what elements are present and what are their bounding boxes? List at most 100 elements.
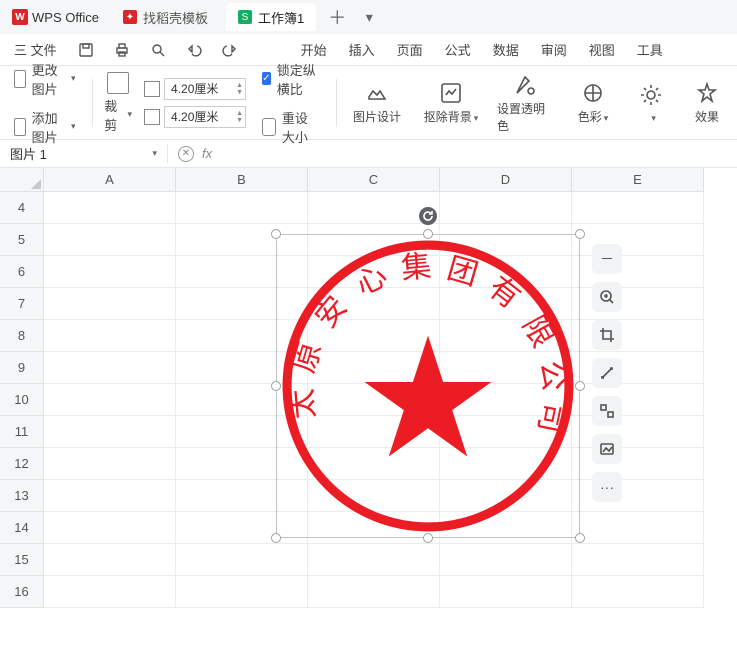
height-value: 4.20厘米 <box>171 80 218 97</box>
set-transparent-icon <box>512 72 538 98</box>
row-header[interactable]: 16 <box>0 576 44 608</box>
float-more-button[interactable]: ··· <box>592 472 622 502</box>
menu-page[interactable]: 页面 <box>393 40 427 59</box>
row-header[interactable]: 4 <box>0 192 44 224</box>
picture-design-icon <box>364 80 390 106</box>
redo-icon[interactable] <box>219 39 241 61</box>
undo-icon[interactable] <box>183 39 205 61</box>
col-header-C[interactable]: C <box>308 168 440 192</box>
colorize-button[interactable]: 色彩▾ <box>571 80 615 125</box>
row-header[interactable]: 14 <box>0 512 44 544</box>
spreadsheet-grid: A B C D E 4 5 6 7 8 9 10 11 12 13 14 15 … <box>0 168 737 661</box>
colorize-icon <box>580 80 606 106</box>
height-icon <box>144 81 160 97</box>
height-spinner[interactable]: ▲▼ <box>236 82 243 96</box>
colorize-label: 色彩 <box>578 110 602 124</box>
picture-height-input[interactable]: 4.20厘米 ▲▼ <box>164 78 246 100</box>
lock-aspect-ratio-checkbox[interactable]: ✓锁定纵横比 <box>258 58 324 100</box>
crop-button[interactable]: 裁剪▾ <box>104 96 132 134</box>
float-image-button[interactable] <box>592 434 622 464</box>
reset-size-icon <box>262 118 276 136</box>
col-header-D[interactable]: D <box>440 168 572 192</box>
cancel-formula-icon[interactable]: ✕ <box>178 146 194 162</box>
set-transparent-label: 设置透明色 <box>497 100 553 134</box>
row-header[interactable]: 13 <box>0 480 44 512</box>
reset-size-label: 重设大小 <box>282 108 320 146</box>
change-picture-button[interactable]: 更改图片▾ <box>10 58 80 100</box>
crop-label: 裁剪 <box>104 96 119 134</box>
name-box-dropdown-icon[interactable]: ▾ <box>152 148 157 159</box>
width-icon <box>144 109 160 125</box>
formula-bar[interactable]: ✕ fx <box>168 146 737 162</box>
row-header[interactable]: 6 <box>0 256 44 288</box>
crop-icon <box>107 72 129 94</box>
app-name: WPS Office <box>32 10 99 25</box>
effects-button[interactable]: 效果 <box>687 80 727 125</box>
float-adjust-button[interactable] <box>592 358 622 388</box>
row-header[interactable]: 11 <box>0 416 44 448</box>
row-header[interactable]: 15 <box>0 544 44 576</box>
picture-design-button[interactable]: 图片设计 <box>349 80 405 125</box>
picture-float-toolbar: － ··· <box>592 244 622 502</box>
svg-text:集: 集 <box>400 249 433 286</box>
tab-templates[interactable]: ✦ 找稻壳模板 <box>111 3 220 31</box>
menu-data[interactable]: 数据 <box>489 40 523 59</box>
reset-size-button[interactable]: 重设大小 <box>258 106 324 148</box>
remove-background-icon <box>438 80 464 106</box>
add-picture-label: 添加图片 <box>32 108 63 146</box>
col-header-B[interactable]: B <box>176 168 308 192</box>
menu-view[interactable]: 视图 <box>585 40 619 59</box>
change-picture-icon <box>14 70 26 88</box>
add-picture-button[interactable]: 添加图片▾ <box>10 106 80 148</box>
row-headers: 4 5 6 7 8 9 10 11 12 13 14 15 16 <box>0 192 44 608</box>
stamp-star-icon <box>365 336 492 457</box>
spreadsheet-icon: S <box>238 10 252 24</box>
tab-label: 找稻壳模板 <box>143 8 208 27</box>
float-aspect-button[interactable] <box>592 396 622 426</box>
menu-insert[interactable]: 插入 <box>345 40 379 59</box>
menu-start[interactable]: 开始 <box>297 40 331 59</box>
app-brand: W WPS Office <box>6 9 105 25</box>
fx-label: fx <box>202 146 212 161</box>
width-value: 4.20厘米 <box>171 108 218 125</box>
new-tab-button[interactable]: ＋ <box>326 6 348 28</box>
print-preview-icon[interactable] <box>147 39 169 61</box>
float-collapse-button[interactable]: － <box>592 244 622 274</box>
row-header[interactable]: 7 <box>0 288 44 320</box>
menu-formula[interactable]: 公式 <box>441 40 475 59</box>
float-crop-button[interactable] <box>592 320 622 350</box>
remove-background-button[interactable]: 抠除背景▾ <box>423 80 479 125</box>
rotate-handle[interactable] <box>419 207 437 225</box>
select-all-corner[interactable] <box>0 168 44 192</box>
height-input-row: 4.20厘米 ▲▼ <box>144 78 246 100</box>
row-header[interactable]: 5 <box>0 224 44 256</box>
col-header-E[interactable]: E <box>572 168 704 192</box>
row-header[interactable]: 9 <box>0 352 44 384</box>
effects-label: 效果 <box>695 108 719 125</box>
template-icon: ✦ <box>123 10 137 24</box>
row-header[interactable]: 10 <box>0 384 44 416</box>
col-header-A[interactable]: A <box>44 168 176 192</box>
picture-design-label: 图片设计 <box>353 108 401 125</box>
set-transparent-color-button[interactable]: 设置透明色 <box>497 72 553 134</box>
title-bar: W WPS Office ✦ 找稻壳模板 S 工作簿1 ＋ ▾ <box>0 0 737 34</box>
menu-review[interactable]: 审阅 <box>537 40 571 59</box>
picture-width-input[interactable]: 4.20厘米 ▲▼ <box>164 106 246 128</box>
file-menu[interactable]: 三 文件 <box>10 40 61 59</box>
svg-text:公: 公 <box>534 359 571 393</box>
tab-workbook1[interactable]: S 工作簿1 <box>226 3 316 31</box>
company-stamp-image: 太 原 安 心 集 团 有 限 公 司 <box>277 235 579 537</box>
brightness-button[interactable]: ▾ <box>633 82 669 124</box>
width-spinner[interactable]: ▲▼ <box>236 110 243 124</box>
column-headers: A B C D E <box>44 168 737 192</box>
row-header[interactable]: 12 <box>0 448 44 480</box>
float-zoom-button[interactable] <box>592 282 622 312</box>
effects-icon <box>694 80 720 106</box>
row-header[interactable]: 8 <box>0 320 44 352</box>
selected-picture[interactable]: 太 原 安 心 集 团 有 限 公 司 <box>276 234 580 538</box>
tab-menu-button[interactable]: ▾ <box>358 6 380 28</box>
menu-tools[interactable]: 工具 <box>633 40 667 59</box>
name-box[interactable]: 图片 1 ▾ <box>0 144 168 163</box>
formula-bar-row: 图片 1 ▾ ✕ fx <box>0 140 737 168</box>
print-icon[interactable] <box>111 39 133 61</box>
